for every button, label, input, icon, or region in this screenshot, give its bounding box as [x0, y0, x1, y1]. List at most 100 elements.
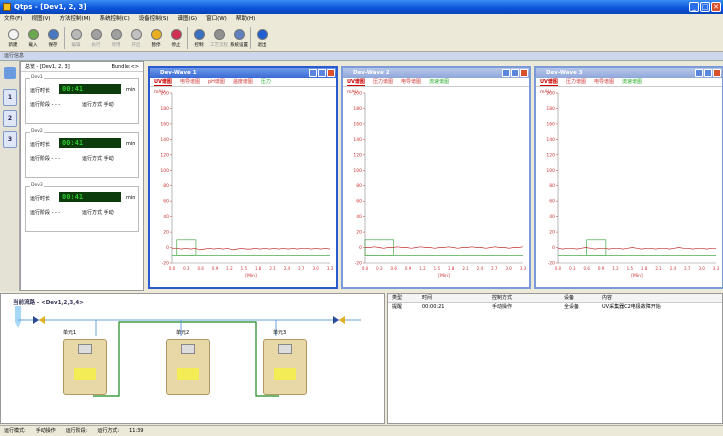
wave-1-tab-1[interactable]: 电导谱图	[180, 78, 200, 86]
menu-item-0[interactable]: 文件(F)	[4, 14, 22, 24]
toolbar-label-4: 执行	[91, 42, 101, 48]
y-tick-label: 120	[353, 152, 362, 158]
x-tick-label: 0.0	[169, 266, 176, 271]
y-tick-label: 160	[160, 121, 169, 127]
toolbar: 新建 载入 保存 编辑 执行 停用 开启 暂停 停止 控制 工艺流程 系统设置 退出	[0, 24, 723, 52]
wave-3-minimize-button[interactable]	[695, 69, 703, 77]
wave-window-1[interactable]: Dev-Wave 1 UV谱图 电导谱图 pH谱图 温度谱图 压力 mAU 200 180 160…	[148, 66, 338, 289]
wave-1-minimize-button[interactable]	[309, 69, 317, 77]
y-tick-label: 40	[356, 214, 362, 220]
toolbar-icon-12	[256, 28, 268, 40]
x-tick-label: 2.4	[477, 266, 484, 271]
wave-3-tab-2[interactable]: 电导谱图	[594, 78, 614, 86]
wave-window-3[interactable]: Dev-Wave 3 UV谱图 压力谱图 电导谱图 流速谱图 mAU 200 180 160 14…	[534, 66, 723, 289]
wave-title-bar-1: Dev-Wave 1	[150, 68, 336, 78]
y-tick-label: 0	[359, 245, 362, 251]
overview-icon[interactable]	[4, 67, 16, 79]
menu-item-5[interactable]: 谱图(G)	[178, 14, 198, 24]
toolbar-label-8: 停止	[171, 42, 181, 48]
wave-1-tab-2[interactable]: pH谱图	[208, 78, 225, 86]
wave-3-tab-0[interactable]: UV谱图	[540, 78, 558, 86]
x-tick-label: 0.6	[584, 266, 591, 271]
toolbar-button-0[interactable]: 新建	[4, 24, 22, 52]
marker-window	[586, 239, 607, 256]
runtime-unit-3: min	[126, 195, 136, 201]
runtime-unit-2: min	[126, 141, 136, 147]
wave-1-tab-0[interactable]: UV谱图	[154, 78, 172, 86]
wave-1-close-button[interactable]	[327, 69, 335, 77]
toolbar-button-2[interactable]: 保存	[44, 24, 62, 52]
menu-item-4[interactable]: 设备控制(S)	[139, 14, 169, 24]
wave-2-tab-2[interactable]: 电导谱图	[401, 78, 421, 86]
unit-2-display	[181, 344, 195, 354]
y-tick-label: 80	[163, 183, 169, 189]
x-axis-label: [Min]	[631, 273, 643, 279]
menu-item-3[interactable]: 系统控制(C)	[100, 14, 130, 24]
wave-2-close-button[interactable]	[520, 69, 528, 77]
toolbar-button-6[interactable]: 开启	[127, 24, 145, 52]
wave-window-2[interactable]: Dev-Wave 2 UV谱图 压力谱图 电导谱图 流速谱图 mAU 200 180 160 14…	[341, 66, 531, 289]
toolbar-button-5[interactable]: 停用	[107, 24, 125, 52]
left-tab-2[interactable]: 2	[3, 110, 17, 127]
inlet-valve-right	[39, 316, 45, 324]
menu-item-2[interactable]: 方法控制(M)	[60, 14, 91, 24]
wave-1-tab-3[interactable]: 温度谱图	[233, 78, 253, 86]
wave-2-tab-1[interactable]: 压力谱图	[373, 78, 393, 86]
overview-panel: 总览 - [Dev1, 2, 3] Bundle:<> Dev1 运行时长 00:4…	[20, 61, 144, 291]
log-header-3: 设备	[564, 295, 575, 301]
toolbar-button-3[interactable]: 编辑	[67, 24, 85, 52]
wave-chart-2: mAU200180160140120100806040200-200.0 0.3 0…	[347, 89, 527, 279]
log-cell-2: 手动操作	[492, 304, 513, 310]
y-tick-label: 120	[160, 152, 169, 158]
wave-2-minimize-button[interactable]	[502, 69, 510, 77]
stage-label-3: 运行阶段 - - -	[30, 210, 61, 216]
menu-item-1[interactable]: 视图(V)	[31, 14, 50, 24]
maximize-button[interactable]: □	[700, 2, 710, 12]
toolbar-label-6: 开启	[131, 42, 141, 48]
log-row[interactable]: 提醒 00:00:21 手动操作 全设备 UV采集器C2电极故障开始	[388, 303, 722, 312]
wave-2-tab-3[interactable]: 流速谱图	[429, 78, 449, 86]
wave-3-close-button[interactable]	[713, 69, 721, 77]
left-tab-1[interactable]: 1	[3, 89, 17, 106]
toolbar-label-0: 新建	[8, 42, 18, 48]
close-button[interactable]: ✕	[711, 2, 721, 12]
toolbar-button-10[interactable]: 工艺流程	[210, 24, 228, 52]
toolbar-button-4[interactable]: 执行	[87, 24, 105, 52]
series-line-0	[365, 246, 524, 249]
y-tick-label: 60	[163, 199, 169, 205]
x-tick-label: 0.6	[198, 266, 205, 271]
x-tick-label: 1.8	[641, 266, 648, 271]
wave-1-maximize-button[interactable]	[318, 69, 326, 77]
menu-item-6[interactable]: 窗口(W)	[206, 14, 227, 24]
wave-3-tab-3[interactable]: 流速谱图	[622, 78, 642, 86]
wave-1-tab-4[interactable]: 压力	[261, 78, 271, 86]
wave-3-maximize-button[interactable]	[704, 69, 712, 77]
toolbar-button-8[interactable]: 停止	[167, 24, 185, 52]
y-tick-label: 100	[546, 168, 555, 174]
x-tick-label: 2.7	[684, 266, 691, 271]
toolbar-button-9[interactable]: 控制	[190, 24, 208, 52]
wave-2-tab-0[interactable]: UV谱图	[347, 78, 365, 86]
y-tick-label: 60	[549, 199, 555, 205]
y-tick-label: 40	[549, 214, 555, 220]
log-cell-1: 00:00:21	[422, 304, 445, 310]
toolbar-icon-3	[70, 28, 82, 40]
unit-2[interactable]	[166, 339, 210, 395]
toolbar-button-7[interactable]: 暂停	[147, 24, 165, 52]
stage-label-2: 运行阶段 - - -	[30, 156, 61, 162]
device-box-3: Dev3 运行时长 00:41 min 运行阶段 - - - 运行方式 手动	[25, 183, 139, 232]
wave-3-tab-1[interactable]: 压力谱图	[566, 78, 586, 86]
toolbar-button-11[interactable]: 系统设置	[230, 24, 248, 52]
left-tab-3[interactable]: 3	[3, 131, 17, 148]
x-tick-label: 0.0	[555, 266, 562, 271]
y-tick-label: 40	[163, 214, 169, 220]
x-tick-label: 3.3	[327, 266, 334, 271]
log-header-2: 控制方式	[492, 295, 513, 301]
menu-item-7[interactable]: 帮助(H)	[236, 14, 255, 24]
unit-1[interactable]	[63, 339, 107, 395]
toolbar-button-1[interactable]: 载入	[24, 24, 42, 52]
unit-3[interactable]	[263, 339, 307, 395]
wave-2-maximize-button[interactable]	[511, 69, 519, 77]
toolbar-button-12[interactable]: 退出	[253, 24, 271, 52]
minimize-button[interactable]: _	[689, 2, 699, 12]
